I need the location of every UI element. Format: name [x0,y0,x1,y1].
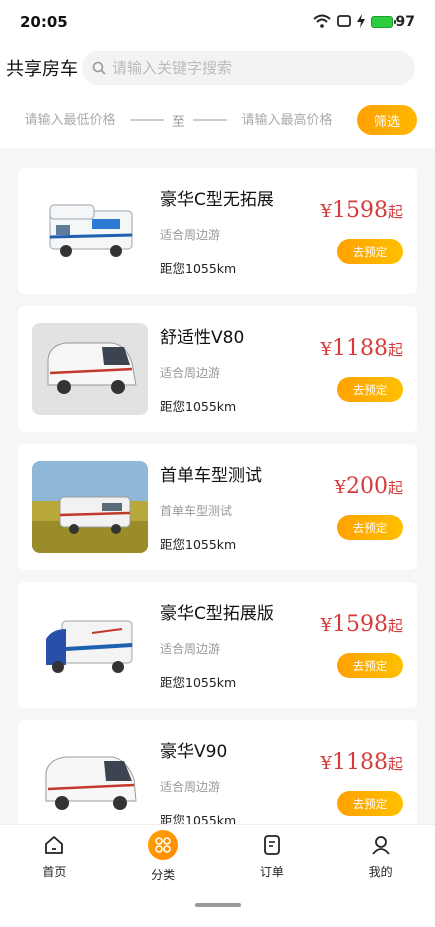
min-price-input[interactable] [18,103,122,137]
car-tag: 适合周边游 [160,227,221,242]
page-title: 共享房车 [6,59,78,80]
car-info: 豪华C型无拓展 适合周边游 距您1055km [160,185,321,277]
car-tag: 首单车型测试 [160,503,233,518]
car-tag: 适合周边游 [160,365,221,380]
reserve-button[interactable]: 去预定 [337,239,403,264]
price-section: ¥1188起 去预定 [321,323,403,415]
car-image [32,599,148,691]
home-indicator[interactable] [195,903,241,907]
category-icon [148,829,179,860]
car-price: ¥1598起 [321,612,403,637]
price-section: ¥1598起 去预定 [321,599,403,691]
car-name: 首单车型测试 [160,466,262,486]
price-section: ¥1598起 去预定 [321,185,403,277]
tab-profile[interactable]: 我的 [326,825,435,887]
max-price-input[interactable] [235,103,340,137]
filter-button[interactable]: 筛选 [357,105,417,135]
price-suffix: 起 [387,341,403,359]
car-name: 豪华V90 [160,742,228,762]
tab-category[interactable]: 分类 [109,825,218,887]
to-label: 至 [172,114,186,130]
status-time: 20:05 [20,13,68,31]
car-image [32,323,148,415]
price-value: 1598 [331,612,388,637]
price-value: 200 [345,474,388,499]
currency-symbol: ¥ [320,339,332,360]
tab-label: 首页 [42,864,67,879]
car-info: 豪华V90 适合周边游 距您1055km [160,737,321,824]
car-price: ¥1188起 [321,336,403,361]
battery-level: 97 [395,14,415,30]
currency-symbol: ¥ [334,477,346,498]
status-bar: 20:05 97 [0,0,435,44]
divider [193,119,228,121]
bottom-tab-bar: 首页 分类 订单 我的 [0,824,435,927]
car-price: ¥200起 [335,474,403,499]
currency-symbol: ¥ [320,753,332,774]
reserve-button[interactable]: 去预定 [337,377,403,402]
order-icon [260,833,284,857]
price-suffix: 起 [387,755,403,773]
profile-icon [369,833,393,857]
car-image [32,461,148,553]
car-name: 豪华C型拓展版 [160,604,274,624]
reserve-button[interactable]: 去预定 [337,791,403,816]
currency-symbol: ¥ [320,615,332,636]
car-list[interactable]: 豪华C型无拓展 适合周边游 距您1055km ¥1598起 去预定 舒适性V80… [0,148,435,824]
car-distance: 距您1055km [160,399,237,414]
battery-icon [370,16,396,28]
tab-label: 我的 [368,864,393,879]
battery-indicator: 97 [370,14,415,30]
header: 共享房车 [0,44,435,92]
tab-label: 订单 [259,864,284,879]
car-info: 豪华C型拓展版 适合周边游 距您1055km [160,599,321,691]
car-tag: 适合周边游 [160,641,221,656]
car-card[interactable]: 舒适性V80 适合周边游 距您1055km ¥1188起 去预定 [18,306,417,432]
car-price: ¥1188起 [321,750,403,775]
car-name: 豪华C型无拓展 [160,190,274,210]
car-card[interactable]: 豪华V90 适合周边游 距您1055km ¥1188起 去预定 [18,720,417,824]
car-distance: 距您1055km [160,537,237,552]
home-icon [42,833,66,857]
reserve-button[interactable]: 去预定 [337,653,403,678]
tab-home[interactable]: 首页 [0,825,109,887]
price-value: 1188 [331,750,388,775]
search-input[interactable] [112,59,405,77]
price-value: 1598 [331,198,388,223]
price-filter-bar: 至 筛选 [0,92,435,148]
car-distance: 距您1055km [160,675,237,690]
price-value: 1188 [331,336,388,361]
car-name: 舒适性V80 [160,328,245,348]
divider [130,119,164,121]
car-image [32,185,148,277]
car-tag: 适合周边游 [160,779,221,794]
car-image [32,737,148,824]
tab-label: 分类 [151,867,176,882]
car-info: 首单车型测试 首单车型测试 距您1055km [160,461,335,553]
car-info: 舒适性V80 适合周边游 距您1055km [160,323,321,415]
car-distance: 距您1055km [160,261,237,276]
price-section: ¥200起 去预定 [335,461,403,553]
status-icons: 97 [312,13,415,32]
price-suffix: 起 [387,203,403,221]
search-icon [92,61,106,75]
price-suffix: 起 [387,479,403,497]
car-card[interactable]: 首单车型测试 首单车型测试 距您1055km ¥200起 去预定 [18,444,417,570]
car-card[interactable]: 豪华C型无拓展 适合周边游 距您1055km ¥1598起 去预定 [18,168,417,294]
tab-orders[interactable]: 订单 [218,825,327,887]
car-distance: 距您1055km [160,813,237,824]
screen-icon [336,13,351,32]
currency-symbol: ¥ [320,201,332,222]
reserve-button[interactable]: 去预定 [337,515,403,540]
price-section: ¥1188起 去预定 [321,737,403,824]
price-suffix: 起 [387,617,403,635]
car-price: ¥1598起 [321,198,403,223]
wifi-icon [312,13,331,32]
car-card[interactable]: 豪华C型拓展版 适合周边游 距您1055km ¥1598起 去预定 [18,582,417,708]
charging-icon [356,13,365,32]
search-box[interactable] [82,51,415,85]
